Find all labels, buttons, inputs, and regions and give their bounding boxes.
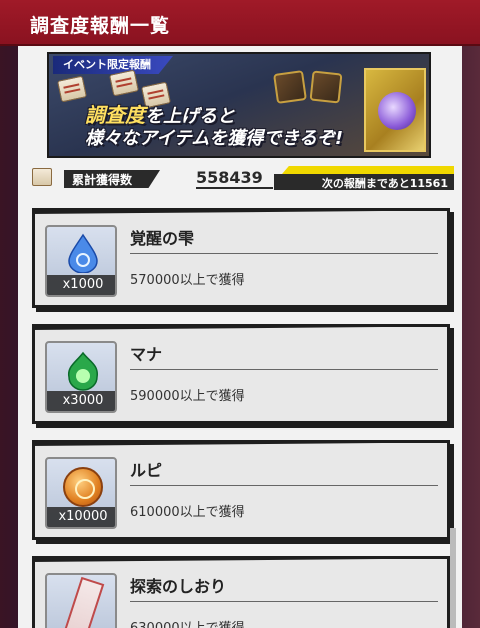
reward-card[interactable]: x3000 マナ 590000以上で獲得 <box>32 324 450 424</box>
scrollbar[interactable] <box>450 528 456 628</box>
reward-condition: 590000以上で獲得 <box>130 389 245 404</box>
header-bar: 調査度報酬一覧 <box>0 0 480 46</box>
reward-thumbnail: x1000 <box>45 225 117 297</box>
scroll-icon <box>32 168 52 186</box>
bookmark-icon <box>61 576 105 628</box>
event-banner: イベント限定報酬 調査度を上げると 様々なアイテムを獲得できるぞ! <box>47 52 431 158</box>
reward-card[interactable]: 探索のしおり 630000以上で獲得 <box>32 556 450 628</box>
reward-condition: 570000以上で獲得 <box>130 273 245 288</box>
droplet-icon <box>68 233 98 273</box>
next-reward-box: 次の報酬まであと11561 <box>274 166 454 190</box>
divider <box>130 601 438 602</box>
divider <box>130 485 438 486</box>
reward-name: ルピ <box>130 461 163 480</box>
reward-name: 探索のしおり <box>130 577 227 596</box>
item-icon <box>309 70 343 104</box>
total-label: 累計獲得数 <box>64 170 161 188</box>
reward-thumbnail: x10000 <box>45 457 117 529</box>
reward-quantity: x1000 <box>47 275 115 295</box>
scroll-icon <box>56 75 88 103</box>
gem-icon <box>378 92 416 130</box>
reward-card[interactable]: x10000 ルピ 610000以上で獲得 <box>32 440 450 540</box>
page-title: 調査度報酬一覧 <box>30 15 171 37</box>
reward-condition: 630000以上で獲得 <box>130 617 245 628</box>
next-accent <box>282 166 454 174</box>
divider <box>130 253 438 254</box>
reward-thumbnail: x3000 <box>45 341 117 413</box>
reward-condition: 610000以上で獲得 <box>130 505 245 520</box>
banner-tag: イベント限定報酬 <box>53 56 173 74</box>
reward-name: マナ <box>130 345 163 364</box>
item-icon <box>273 70 307 104</box>
reward-thumbnail <box>45 573 117 628</box>
reward-list[interactable]: x1000 覚醒の雫 570000以上で獲得 x3000 マナ 590000以上… <box>18 196 462 628</box>
reward-quantity: x10000 <box>47 507 115 527</box>
mana-flame-icon <box>67 351 98 391</box>
reward-card[interactable]: x1000 覚醒の雫 570000以上で獲得 <box>32 208 450 308</box>
coin-icon <box>63 467 103 507</box>
banner-line-2: 様々なアイテムを獲得できるぞ! <box>85 128 344 149</box>
scroll-icon <box>108 69 140 97</box>
featured-item-icon <box>364 68 426 152</box>
total-value: 558439 <box>196 168 273 189</box>
next-reward-text: 次の報酬まであと11561 <box>321 177 448 190</box>
reward-quantity: x3000 <box>47 391 115 411</box>
divider <box>130 369 438 370</box>
reward-name: 覚醒の雫 <box>130 229 195 248</box>
stat-bar: 累計獲得数 558439 次の報酬まであと11561 <box>28 166 454 190</box>
